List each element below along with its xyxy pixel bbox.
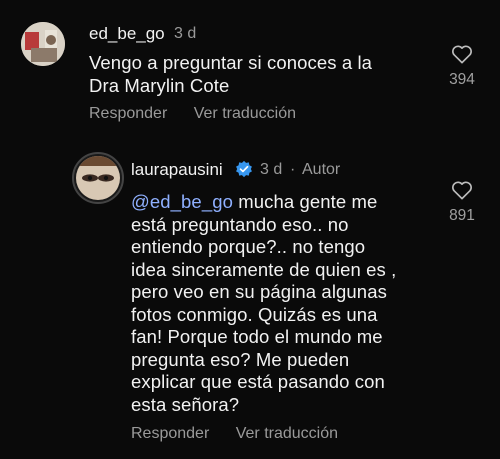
heart-icon[interactable] — [451, 180, 473, 200]
avatar-image — [76, 156, 120, 200]
heart-icon[interactable] — [451, 44, 473, 64]
comment-text: @ed_be_go mucha gente me está preguntand… — [131, 191, 431, 416]
avatar[interactable] — [21, 22, 65, 66]
reply-button[interactable]: Responder — [89, 105, 167, 122]
like-count: 394 — [449, 71, 475, 88]
like-button[interactable]: 891 — [442, 180, 482, 225]
comment-actions: Responder Ver traducción — [89, 105, 318, 123]
translate-button[interactable]: Ver traducción — [194, 105, 296, 122]
like-button[interactable]: 394 — [442, 44, 482, 89]
comment-username[interactable]: ed_be_go — [89, 24, 165, 44]
verified-badge-icon — [235, 160, 253, 183]
avatar-image — [21, 22, 65, 66]
meta-separator: · — [290, 161, 296, 178]
comment-username[interactable]: laurapausini — [131, 160, 223, 180]
comment-timestamp: 3 d — [174, 25, 197, 42]
translate-button[interactable]: Ver traducción — [236, 425, 338, 442]
author-badge: Autor — [302, 161, 341, 178]
comment-text: Vengo a preguntar si conoces a la Dra Ma… — [89, 52, 373, 96]
comment-ed-be-go: ed_be_go 3 d Vengo a preguntar si conoce… — [0, 0, 500, 140]
mention-link[interactable]: @ed_be_go — [131, 191, 233, 212]
comment-actions: Responder Ver traducción — [131, 425, 360, 443]
reply-button[interactable]: Responder — [131, 425, 209, 442]
comment-timestamp: 3 d — [260, 161, 283, 178]
comment-laurapausini: laurapausini 3 d · Autor @ed_be_go mucha… — [0, 140, 500, 459]
avatar[interactable] — [72, 152, 124, 204]
like-count: 891 — [449, 207, 475, 224]
comment-body: mucha gente me está preguntando eso.. no… — [131, 191, 397, 415]
